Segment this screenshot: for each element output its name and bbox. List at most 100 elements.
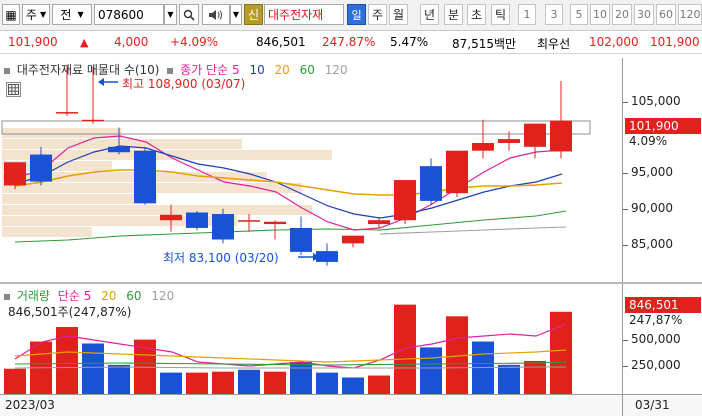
- price-change-pct: +4.09%: [170, 35, 219, 49]
- volume-value: 846,501: [256, 35, 306, 49]
- trade-amount: 87,515백만: [452, 37, 517, 51]
- candle-body: [264, 221, 286, 225]
- quote-strip: 101,900 ▲ 4,000 +4.09% 846,501 247.87% 5…: [0, 31, 702, 54]
- volume-bar: [524, 360, 546, 394]
- candle-body: [56, 112, 78, 114]
- interval-120-button[interactable]: 120: [678, 4, 702, 25]
- volume-value-label: 846,501주(247,87%): [8, 305, 132, 319]
- interval-20-button[interactable]: 20: [612, 4, 632, 25]
- price-tick: 85,000: [631, 237, 673, 251]
- candle-body: [82, 119, 104, 122]
- candle-body: [212, 214, 234, 240]
- volume-profile-bar: [2, 194, 157, 204]
- period-minute-button[interactable]: 분: [444, 4, 463, 25]
- candle-body: [420, 166, 442, 201]
- chart-menu-icon[interactable]: ▦: [2, 4, 20, 25]
- candle-body: [368, 220, 390, 225]
- date-axis: 2023/03 03/31: [0, 394, 702, 416]
- period-second-button[interactable]: 초: [467, 4, 486, 25]
- interval-1-button[interactable]: 1: [518, 4, 536, 25]
- candle-body: [472, 142, 494, 151]
- change-pct-tag: 4.09%: [629, 134, 668, 148]
- search-icon[interactable]: [179, 4, 199, 25]
- interval-5-button[interactable]: 5: [570, 4, 588, 25]
- period-year-button[interactable]: 년: [420, 4, 439, 25]
- price-tick: 90,000: [631, 201, 673, 215]
- volume-profile-bar: [2, 205, 312, 215]
- volume-tick: 250,000: [631, 358, 681, 372]
- credit-badge: 신: [244, 4, 263, 25]
- volume-bar: [264, 371, 286, 394]
- price-change: 4,000: [114, 35, 149, 49]
- candle-body: [160, 214, 182, 221]
- price-axis: 105,000 95,000 90,000 85,000 101,900 4.0…: [622, 58, 702, 282]
- speaker-icon[interactable]: [202, 4, 230, 25]
- volume-bar: [4, 368, 26, 394]
- volume-bar: [82, 343, 104, 394]
- candle-body: [290, 227, 312, 252]
- candle-body: [316, 251, 338, 262]
- ma10-legend: 10: [249, 63, 265, 77]
- code-input[interactable]: 078600: [94, 4, 164, 25]
- chart-toolbar: ▦ 주 ▼ 전 ▼ 078600 ▼ ▼ 신 대주전자재 일 주 월 년 분 초…: [0, 0, 702, 31]
- candle-body: [108, 146, 130, 153]
- current-price-tag: 101,900: [625, 118, 701, 134]
- period-day-button[interactable]: 일: [347, 4, 366, 25]
- chevron-down-icon: ▼: [77, 10, 84, 19]
- legend-square-icon: [4, 293, 10, 300]
- date-axis-end: 03/31: [635, 398, 670, 412]
- period-week-button[interactable]: 주: [368, 4, 387, 25]
- volume-bar: [394, 304, 416, 394]
- speaker-dropdown-icon[interactable]: ▼: [230, 4, 242, 25]
- candle-body: [134, 150, 156, 204]
- interval-3-button[interactable]: 3: [545, 4, 563, 25]
- volume-bar: [290, 361, 312, 394]
- candle-body: [238, 220, 260, 222]
- volume-bar: [238, 369, 260, 394]
- ma20-legend: 20: [274, 63, 290, 77]
- best-ask-price: 102,000: [589, 35, 639, 49]
- volume-legend-ma-label: 단순: [57, 289, 80, 303]
- grid-table-icon[interactable]: [6, 82, 21, 97]
- volume-axis: 846,501 247,87% 500,000 250,000: [622, 284, 702, 394]
- period-month-button[interactable]: 월: [389, 4, 408, 25]
- up-arrow-icon: ▲: [80, 36, 89, 49]
- price-tick: 105,000: [631, 94, 681, 108]
- search-select[interactable]: 전 ▼: [52, 4, 92, 25]
- price-tick: 95,000: [631, 165, 673, 179]
- low-price-annotation: 최저 83,100 (03/20): [163, 251, 279, 265]
- ma120-line: [379, 226, 567, 235]
- candle-body: [30, 154, 52, 182]
- interval-10-button[interactable]: 10: [590, 4, 610, 25]
- price-chart-pane[interactable]: 대주전자재료 매물대 수(10) 종가 단순 5 10 20 60 120 최고…: [0, 58, 622, 282]
- market-select[interactable]: 주 ▼: [22, 4, 50, 25]
- volume-bar: [160, 372, 182, 394]
- vol-ma120-legend: 120: [151, 289, 175, 303]
- candle-body: [186, 212, 208, 228]
- high-price-annotation: 최고 108,900 (03/07): [122, 77, 246, 91]
- candle-body: [446, 150, 468, 194]
- current-price: 101,900: [8, 35, 58, 49]
- volume-bar: [186, 372, 208, 394]
- date-axis-start: 2023/03: [5, 398, 55, 412]
- volume-profile-bar: [2, 227, 92, 237]
- volume-chart-pane[interactable]: 거래량 단순 5 20 60 120 846,501주(247,87%): [0, 284, 622, 394]
- candle-body: [498, 139, 520, 143]
- volume-bar: [316, 372, 338, 394]
- volume-bar: [368, 375, 390, 394]
- stock-name[interactable]: 대주전자재: [264, 4, 344, 25]
- interval-30-button[interactable]: 30: [634, 4, 654, 25]
- candle-body: [342, 235, 364, 244]
- volume-bar: [498, 364, 520, 394]
- volume-tick: 500,000: [631, 332, 681, 346]
- legend-square-icon: [4, 67, 10, 74]
- period-tick-button[interactable]: 틱: [491, 4, 510, 25]
- interval-60-button[interactable]: 60: [656, 4, 676, 25]
- code-dropdown-icon[interactable]: ▼: [164, 4, 177, 25]
- volume-pct-tag: 247,87%: [629, 313, 683, 327]
- volume-legend-title: 거래량: [16, 289, 50, 303]
- search-label: 전: [60, 8, 72, 22]
- ma120-legend: 120: [324, 63, 348, 77]
- volume-tag: 846,501: [625, 297, 701, 313]
- volume-profile-bar: [2, 128, 122, 138]
